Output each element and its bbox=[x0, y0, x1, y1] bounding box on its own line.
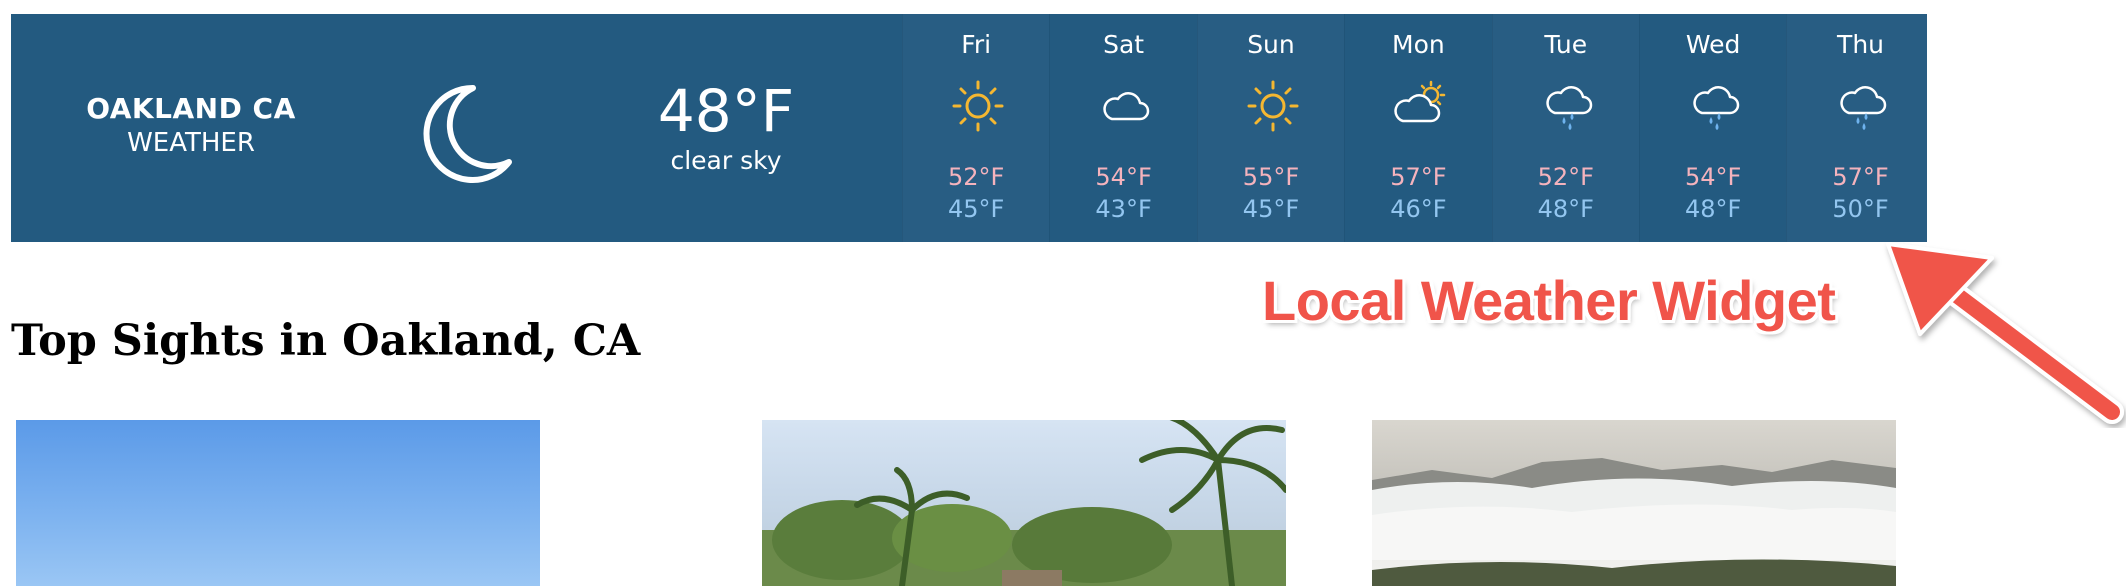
current-temperature: 48°F bbox=[657, 77, 795, 145]
day-name: Fri bbox=[961, 30, 992, 59]
forecast-day-fri: Fri 52°F 45°F bbox=[902, 14, 1049, 242]
low-temp: 43°F bbox=[1095, 195, 1152, 223]
high-temp: 54°F bbox=[1684, 163, 1742, 191]
partly-cloudy-icon bbox=[1394, 80, 1446, 123]
high-temp: 52°F bbox=[1537, 163, 1594, 191]
current-description: clear sky bbox=[670, 146, 782, 175]
day-name: Tue bbox=[1544, 30, 1588, 59]
high-temp: 57°F bbox=[1832, 163, 1889, 191]
forecast-day-thu: Thu 57°F 50°F bbox=[1786, 14, 1933, 242]
sight-image[interactable] bbox=[1372, 420, 1896, 586]
section-heading: Top Sights in Oakland, CA bbox=[11, 316, 641, 366]
rain-cloud-icon bbox=[1840, 86, 1887, 130]
day-name: Sun bbox=[1247, 30, 1295, 59]
sun-icon bbox=[1247, 80, 1299, 132]
city-block: OAKLAND CA WEATHER bbox=[51, 92, 331, 160]
sight-image[interactable] bbox=[16, 420, 540, 586]
high-temp: 57°F bbox=[1390, 163, 1447, 191]
low-temp: 45°F bbox=[948, 195, 1005, 223]
forecast-strip: Fri 52°F 45°F Sat 54°F 43°F Sun 55°F 45°… bbox=[902, 14, 1934, 242]
day-name: Wed bbox=[1685, 30, 1741, 59]
forecast-day-sun: Sun 55°F 45°F bbox=[1196, 14, 1344, 242]
low-temp: 50°F bbox=[1832, 195, 1889, 223]
high-temp: 55°F bbox=[1242, 163, 1300, 191]
city-subtitle: WEATHER bbox=[127, 128, 255, 158]
forecast-day-wed: Wed 54°F 48°F bbox=[1638, 14, 1786, 242]
cloud-icon bbox=[1103, 92, 1150, 121]
sun-icon bbox=[952, 80, 1004, 132]
low-temp: 48°F bbox=[1537, 195, 1594, 223]
rain-cloud-icon bbox=[1545, 86, 1592, 130]
day-name: Thu bbox=[1837, 30, 1885, 59]
city-name: OAKLAND CA bbox=[86, 92, 296, 125]
palm-trees-image bbox=[762, 420, 1286, 586]
moon-icon bbox=[423, 84, 512, 183]
low-temp: 48°F bbox=[1684, 195, 1742, 223]
high-temp: 52°F bbox=[948, 163, 1005, 191]
current-conditions: 48°F clear sky bbox=[601, 76, 851, 176]
annotation-label: Local Weather Widget bbox=[1262, 269, 1836, 332]
day-name: Mon bbox=[1392, 30, 1445, 59]
high-temp: 54°F bbox=[1095, 163, 1152, 191]
hills-fog-image bbox=[1372, 458, 1896, 586]
rain-cloud-icon bbox=[1693, 86, 1740, 130]
weather-widget: OAKLAND CA WEATHER 48°F clear sky Fri 52… bbox=[11, 14, 1927, 242]
forecast-day-sat: Sat 54°F 43°F bbox=[1049, 14, 1196, 242]
day-name: Sat bbox=[1103, 30, 1145, 59]
forecast-day-mon: Mon 57°F 46°F bbox=[1344, 14, 1491, 242]
sight-image[interactable] bbox=[762, 420, 1286, 586]
low-temp: 46°F bbox=[1390, 195, 1447, 223]
arrow-icon bbox=[1886, 242, 2124, 424]
forecast-day-tue: Tue 52°F 48°F bbox=[1491, 14, 1639, 242]
low-temp: 45°F bbox=[1242, 195, 1300, 223]
